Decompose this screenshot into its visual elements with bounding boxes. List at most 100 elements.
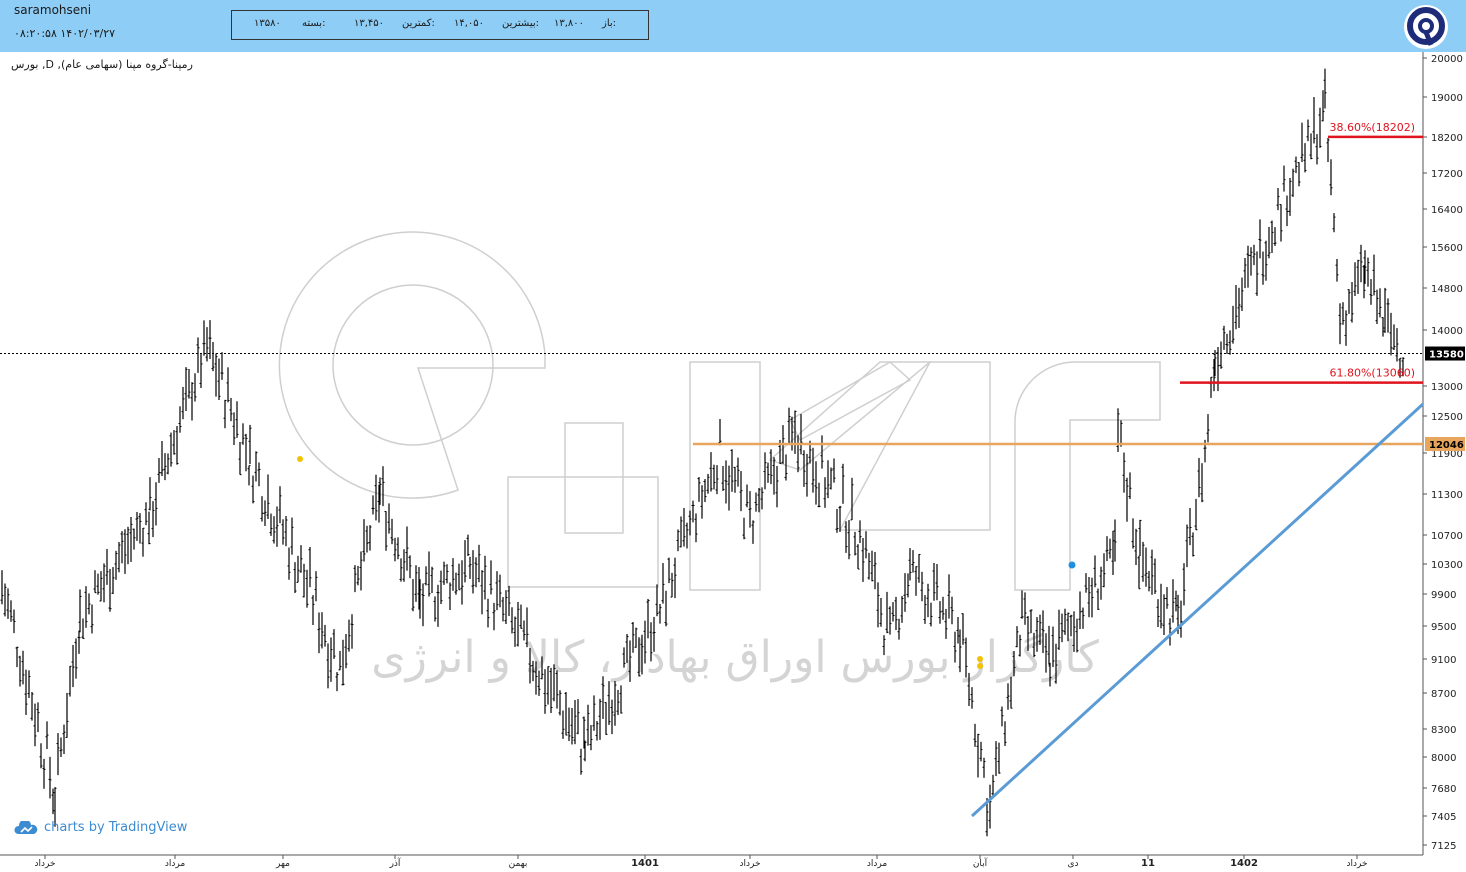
ohlc-bar — [59, 737, 63, 757]
time-tick-label: خرداد — [34, 859, 55, 869]
ohlc-bar — [1225, 333, 1229, 355]
ohlc-bar — [87, 593, 91, 615]
ohlc-bar — [468, 556, 472, 579]
ohlc-bar — [214, 353, 218, 397]
ohlc-bar — [1335, 258, 1339, 282]
ohlc-bar — [991, 774, 995, 797]
ohlc-bar — [1392, 324, 1396, 351]
ohlc-bar — [120, 531, 124, 564]
ohlc-bar — [613, 681, 617, 726]
ohlc-bar — [796, 435, 800, 473]
ohlc-bar — [371, 495, 375, 515]
ohlc-bar — [775, 465, 779, 508]
ohlc-bar — [733, 466, 737, 493]
ohlc-bar — [1246, 245, 1250, 288]
ohlc-bar — [1087, 576, 1091, 618]
time-tick-label: مرداد — [867, 859, 887, 869]
ohlc-bar — [721, 465, 725, 491]
ohlc-bar — [844, 521, 848, 553]
ohlc-bar — [48, 756, 52, 799]
ohlc-bar — [1185, 524, 1189, 568]
ohlc-bar — [199, 354, 203, 389]
ohlc-bar — [950, 596, 954, 625]
ohlc-bar — [293, 562, 297, 594]
ohlc-bar — [616, 689, 620, 716]
ohlc-bar — [148, 477, 152, 511]
ohlc-bar — [826, 460, 830, 499]
ohlc-bar — [573, 699, 577, 745]
ohlc-bar — [595, 721, 599, 741]
ohlc-bar — [21, 650, 25, 685]
ohlc-bar — [911, 550, 915, 573]
ohlc-bar — [463, 540, 467, 583]
ohlc-bar — [1318, 107, 1322, 148]
ohlc-bar — [254, 451, 258, 482]
ohlc-bar — [1168, 618, 1172, 646]
ohlc-bar — [858, 520, 862, 543]
ohlc-bar — [421, 583, 425, 627]
signal-marker-dot — [977, 656, 983, 662]
price-tick-label: 10300 — [1431, 560, 1463, 571]
ohlc-bar — [411, 579, 415, 612]
ohlc-bar — [1171, 579, 1175, 623]
ohlc-bar — [903, 573, 907, 612]
ohlc-bar — [1144, 547, 1148, 587]
ohlc-bar — [433, 596, 437, 622]
ohlc-bar — [96, 573, 100, 595]
ohlc-bar — [15, 646, 19, 668]
ohlc-bar — [451, 558, 455, 591]
ohlc-bar — [1323, 68, 1327, 109]
tradingview-credit[interactable]: charts by TradingView — [14, 820, 187, 835]
ohlc-bar — [144, 502, 148, 526]
ohlc-bar — [160, 441, 164, 477]
ohlc-bar — [1206, 414, 1210, 443]
ohlc-bar — [1093, 555, 1097, 588]
tradingview-credit-text: charts by TradingView — [44, 820, 188, 835]
ohlc-bar — [787, 407, 791, 444]
ohlc-bar — [442, 561, 446, 585]
ohlc-bar — [405, 526, 409, 571]
ohlc-bar — [1372, 254, 1376, 296]
ohlc-bar — [18, 655, 22, 687]
ohlc-bar — [510, 607, 514, 634]
ohlc-bar — [460, 560, 464, 605]
ohlc-bar — [867, 552, 871, 580]
ohlc-bar — [1300, 122, 1304, 163]
ohlc-bar — [151, 501, 155, 538]
ohlc-bar — [805, 453, 809, 497]
ohlc-bar — [679, 516, 683, 548]
ohlc-bar — [126, 526, 130, 565]
ohlc-bar — [314, 571, 318, 602]
ohlc-bar — [1141, 541, 1145, 582]
ohlc-bar — [1312, 97, 1316, 144]
ohlc-bar — [45, 721, 49, 750]
ohlc-bar — [457, 563, 461, 591]
ohlc-bar — [1122, 452, 1126, 493]
ohlc-bar — [1261, 251, 1265, 285]
ohlc-bar — [123, 529, 127, 574]
ohlc-bar — [290, 517, 294, 555]
ohlc-bar — [427, 551, 431, 597]
ohlc-bar — [141, 527, 145, 557]
ohlc-bar — [997, 742, 1001, 774]
ohlc-bar — [1131, 518, 1135, 549]
ohlc-bar — [772, 457, 776, 495]
ohlc-bar — [308, 546, 312, 588]
ohlc-bar — [0, 570, 4, 605]
ohlc-bar — [988, 784, 992, 829]
ohlc-bar — [1125, 477, 1129, 522]
ohlc-bar — [430, 566, 434, 594]
ohlc-bar — [1386, 298, 1390, 333]
ohlc-bar — [1369, 279, 1373, 305]
ohlc-bar — [84, 586, 88, 628]
ohlc-bar — [885, 591, 889, 634]
ohlc-bar — [436, 584, 440, 627]
ohlc-bar — [567, 707, 571, 742]
ohlc-bar — [489, 560, 493, 595]
ohlc-bar — [1150, 549, 1154, 595]
ohlc-bar — [238, 441, 242, 476]
ohlc-bar — [68, 665, 72, 697]
ohlc-bar — [260, 496, 264, 522]
ohlc-bar — [1321, 90, 1325, 122]
ohlc-bar — [362, 519, 366, 562]
